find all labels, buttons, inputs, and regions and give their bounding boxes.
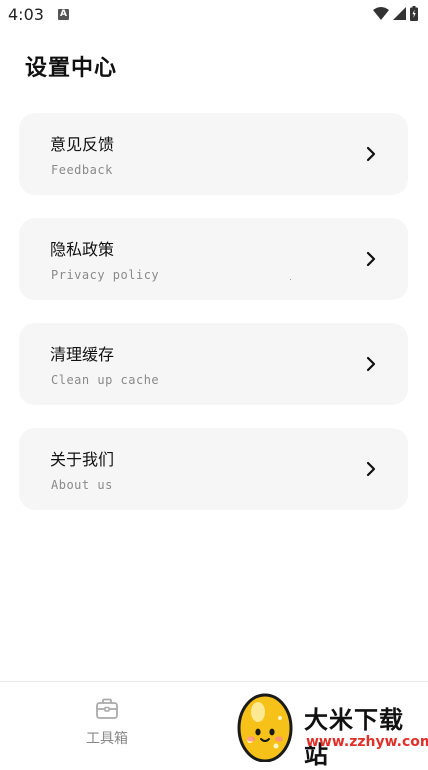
wifi-icon — [373, 7, 389, 20]
menu-item-subtitle: Privacy policy — [51, 268, 160, 282]
rice-mascot-logo-icon — [237, 693, 293, 762]
status-icons — [373, 6, 418, 21]
menu-item-subtitle: About us — [51, 478, 113, 492]
status-bar: 4:03 A — [0, 0, 428, 30]
watermark: 大米下载站 www.zzhyw.com — [236, 686, 428, 769]
menu-item-about-us[interactable]: 关于我们 About us — [19, 428, 408, 510]
page-title: 设置中心 — [25, 56, 118, 81]
chevron-right-icon — [366, 356, 376, 372]
status-time: 4:03 — [8, 5, 44, 24]
menu-item-subtitle: Clean up cache — [51, 373, 160, 387]
chevron-right-icon — [366, 146, 376, 162]
chevron-right-icon — [366, 251, 376, 267]
menu-item-title: 清理缓存 — [50, 345, 115, 364]
signal-icon — [393, 7, 406, 20]
tab-toolbox[interactable]: 工具箱 — [74, 696, 140, 752]
tab-toolbox-label: 工具箱 — [86, 731, 128, 747]
chevron-right-icon — [366, 461, 376, 477]
stray-dot — [290, 279, 291, 280]
toolbox-icon — [96, 698, 118, 719]
menu-item-privacy-policy[interactable]: 隐私政策 Privacy policy — [19, 218, 408, 300]
notification-a-icon: A — [58, 9, 69, 20]
menu-item-feedback[interactable]: 意见反馈 Feedback — [19, 113, 408, 195]
menu-item-subtitle: Feedback — [51, 163, 113, 177]
battery-icon — [410, 6, 418, 21]
menu-item-title: 隐私政策 — [50, 240, 115, 259]
menu-item-title: 关于我们 — [50, 450, 115, 469]
menu-item-title: 意见反馈 — [50, 135, 115, 154]
watermark-url: www.zzhyw.com — [306, 734, 428, 750]
menu-item-clean-cache[interactable]: 清理缓存 Clean up cache — [19, 323, 408, 405]
